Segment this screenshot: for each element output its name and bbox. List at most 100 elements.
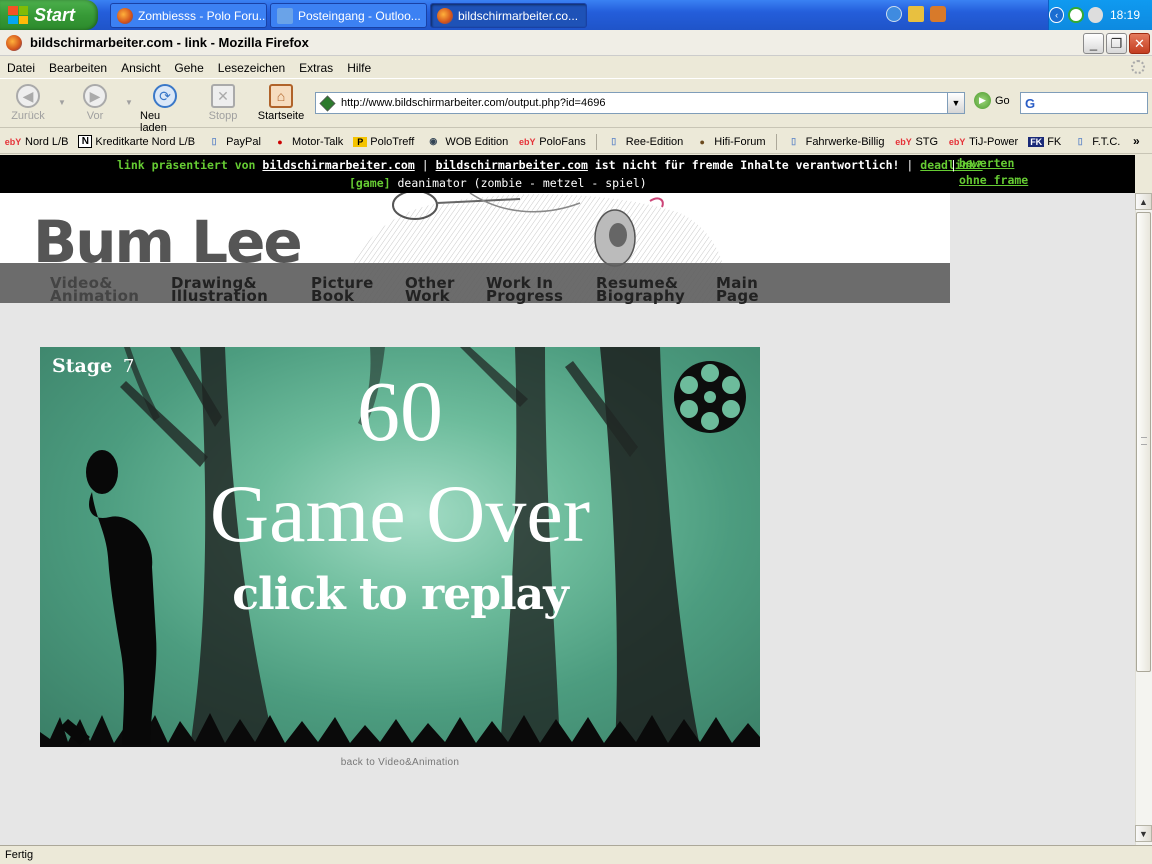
url-bar[interactable]: http://www.bildschirmarbeiter.com/output… xyxy=(315,92,965,114)
bookmark-ree-edition[interactable]: ▯ Ree-Edition xyxy=(605,136,683,148)
ebay-icon: ebY xyxy=(519,136,536,147)
nav-resume-biography[interactable]: Resume& Biography xyxy=(596,276,685,304)
forward-arrow-icon: ▶ xyxy=(83,84,107,108)
home-icon: ⌂ xyxy=(269,84,293,108)
site-link[interactable]: bildschirmarbeiter.com xyxy=(262,158,414,172)
window-title: bildschirmarbeiter.com - link - Mozilla … xyxy=(30,35,309,50)
replay-button[interactable]: click to replay xyxy=(40,569,760,620)
nav-other-work[interactable]: Other Work xyxy=(405,276,455,304)
menu-gehe[interactable]: Gehe xyxy=(174,61,203,75)
search-box[interactable]: G xyxy=(1020,92,1148,114)
app-icon[interactable] xyxy=(930,6,946,22)
firefox-icon xyxy=(6,34,22,51)
bookmark-label: Motor-Talk xyxy=(291,135,344,148)
bookmark-label: STG xyxy=(915,135,939,148)
bookmark-motor-talk[interactable]: ● Motor-Talk xyxy=(271,136,343,148)
back-button[interactable]: ◀ Zurück xyxy=(3,84,53,122)
bookmark-ftc[interactable]: ▯ F.T.C. xyxy=(1071,136,1121,148)
menu-datei[interactable]: Datei xyxy=(7,61,35,75)
page-icon: ▯ xyxy=(791,136,797,146)
start-label: Start xyxy=(34,4,76,25)
home-button[interactable]: ⌂ Startseite xyxy=(256,84,306,122)
nav-main-page[interactable]: Main Page xyxy=(716,276,759,304)
back-dropdown-icon[interactable]: ▼ xyxy=(58,98,66,107)
back-to-video-animation-link[interactable]: back to Video&Animation xyxy=(0,757,800,768)
go-button[interactable]: ▶ Go xyxy=(974,92,1010,109)
ie-icon[interactable] xyxy=(886,6,902,22)
nav-picture-book[interactable]: Picture Book xyxy=(311,276,374,304)
maximize-button[interactable]: ❐ xyxy=(1106,33,1127,54)
info-line-2: [game] deanimator (zombie - metzel - spi… xyxy=(349,176,647,190)
status-text: Fertig xyxy=(5,849,34,861)
site-link-2[interactable]: bildschirmarbeiter.com xyxy=(436,158,588,172)
bookmark-label: PoloTreff xyxy=(370,135,415,148)
motor-talk-icon: ● xyxy=(277,136,283,147)
bookmark-polotreff[interactable]: P PoloTreff xyxy=(353,136,414,148)
status-bar: Fertig xyxy=(0,845,1152,864)
nav-video-animation[interactable]: Video& Animation xyxy=(50,276,139,304)
go-label: Go xyxy=(995,94,1010,107)
scroll-thumb[interactable] xyxy=(1136,212,1151,672)
stop-label: Stopp xyxy=(208,110,238,122)
menu-ansicht[interactable]: Ansicht xyxy=(121,61,160,75)
back-arrow-icon: ◀ xyxy=(16,84,40,108)
bookmark-kreditkarte[interactable]: N Kreditkarte Nord L/B xyxy=(78,135,195,148)
close-button[interactable]: ✕ xyxy=(1129,33,1150,54)
nav-work-in-progress[interactable]: Work In Progress xyxy=(486,276,564,305)
bookmarks-overflow-icon[interactable]: » xyxy=(1133,134,1140,148)
network-icon[interactable] xyxy=(1068,7,1084,23)
menu-hilfe[interactable]: Hilfe xyxy=(347,61,371,75)
vw-icon: ◉ xyxy=(429,136,438,146)
nav-drawing-illustration[interactable]: Drawing& Illustration xyxy=(171,276,268,304)
page-icon: ▯ xyxy=(611,136,617,146)
scroll-down-button[interactable]: ▼ xyxy=(1135,825,1152,842)
rate-link[interactable]: bewerten xyxy=(959,156,1014,170)
taskbar-button-polo-forum[interactable]: Zombiesss - Polo Foru... xyxy=(110,3,267,28)
stop-button[interactable]: ✕ Stopp xyxy=(198,84,248,122)
bookmark-separator xyxy=(775,133,777,150)
forward-button[interactable]: ▶ Vor xyxy=(70,84,120,122)
game-canvas[interactable]: Stage 7 60 Game Over click to replay xyxy=(40,347,760,747)
start-button[interactable]: Start xyxy=(0,0,98,30)
scroll-up-button[interactable]: ▲ xyxy=(1135,193,1152,210)
taskbar-button-bildschirmarbeiter[interactable]: bildschirmarbeiter.co... xyxy=(430,3,587,28)
url-text: http://www.bildschirmarbeiter.com/output… xyxy=(341,97,606,109)
bookmark-tij-power[interactable]: ebY TiJ-Power xyxy=(948,136,1018,148)
tray-app-icon[interactable] xyxy=(1087,7,1103,23)
quicklaunch-icons xyxy=(886,6,946,22)
task-label: bildschirmarbeiter.co... xyxy=(458,8,579,23)
bookmarks-toolbar: ebY Nord L/B N Kreditkarte Nord L/B ▯ PayPa… xyxy=(0,130,1152,154)
bookmark-label: TiJ-Power xyxy=(969,135,1019,148)
bookmark-wob-edition[interactable]: ◉ WOB Edition xyxy=(424,136,508,148)
clock: 18:19 xyxy=(1109,8,1140,22)
bookmark-hifi-forum[interactable]: ● Hifi-Forum xyxy=(693,136,766,148)
url-dropdown-button[interactable]: ▼ xyxy=(947,93,964,113)
go-arrow-icon: ▶ xyxy=(974,92,991,109)
polotreff-icon: P xyxy=(353,136,368,147)
taskbar-button-outlook[interactable]: Posteingang - Outloo... xyxy=(270,3,427,28)
bookmark-polofans[interactable]: ebY PoloFans xyxy=(518,136,586,148)
bookmark-nord-lb[interactable]: ebY Nord L/B xyxy=(4,136,69,148)
back-label: Zurück xyxy=(11,110,45,122)
google-search-icon[interactable]: G xyxy=(1025,96,1035,111)
menu-lesezeichen[interactable]: Lesezeichen xyxy=(218,61,285,75)
forward-dropdown-icon[interactable]: ▼ xyxy=(125,98,133,107)
nav-label: Progress xyxy=(486,287,564,305)
no-frame-link[interactable]: ohne frame xyxy=(959,173,1028,187)
bookmark-separator xyxy=(595,133,597,150)
ebay-icon: ebY xyxy=(895,136,912,147)
bookmark-paypal[interactable]: ▯ PayPal xyxy=(205,136,261,148)
ebay-icon: ebY xyxy=(4,136,22,147)
menu-extras[interactable]: Extras xyxy=(299,61,333,75)
bookmark-fahrwerke-billig[interactable]: ▯ Fahrwerke-Billig xyxy=(785,136,884,148)
reload-button[interactable]: ⟳ Neu laden xyxy=(140,84,190,134)
minimize-button[interactable]: _ xyxy=(1083,33,1104,54)
n-icon: N xyxy=(78,135,93,148)
menu-bearbeiten[interactable]: Bearbeiten xyxy=(49,61,107,75)
bookmark-stg[interactable]: ebY STG xyxy=(894,136,938,148)
link-description: deanimator (zombie - metzel - spiel) xyxy=(397,176,647,190)
bookmark-fk[interactable]: FK FK xyxy=(1028,136,1061,148)
bookmark-label: PayPal xyxy=(226,135,261,148)
pencil-icon[interactable] xyxy=(908,6,924,22)
tray-expand-icon[interactable]: ‹ xyxy=(1049,7,1065,23)
